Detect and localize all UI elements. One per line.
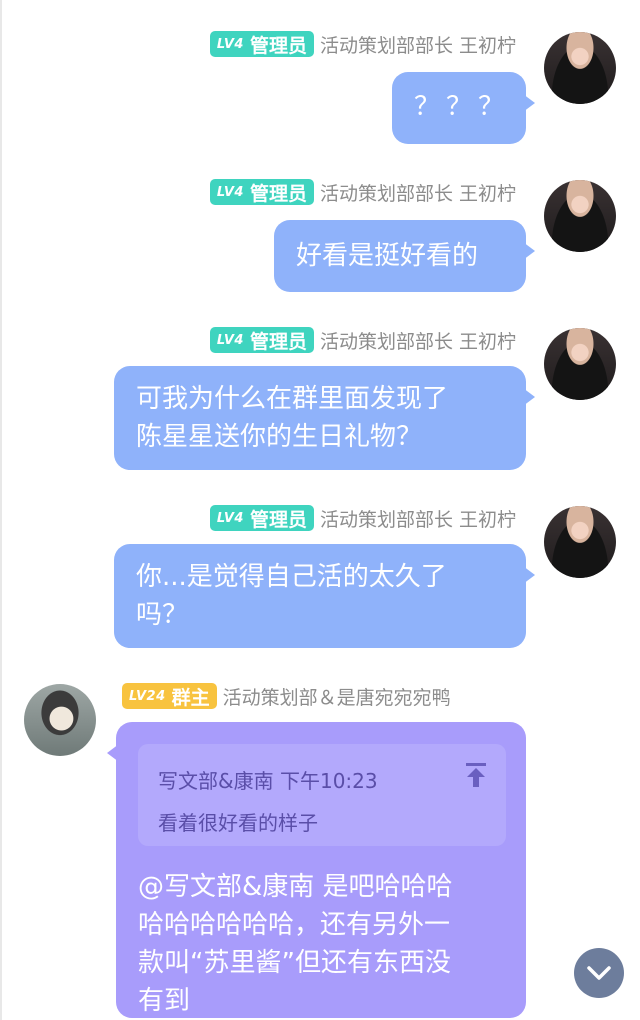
message-bubble[interactable]: 好看是挺好看的 — [274, 220, 535, 292]
chevron-down-icon — [587, 966, 611, 980]
quoted-message[interactable]: 写文部&康南 下午10:23 看着很好看的样子 — [138, 744, 506, 846]
role-label: 管理员 — [249, 330, 307, 353]
level-badge: LV4 管理员 — [209, 327, 314, 353]
message-bubble[interactable]: 可我为什么在群里面发现了 陈星星送你的生日礼物？ — [114, 366, 535, 470]
message-body: @写文部&康南 是吧哈哈哈 哈哈哈哈哈哈，还有另外一 款叫“苏里酱”但还有东西没… — [138, 868, 518, 1020]
message-bubble[interactable]: 你...是觉得自己活的太久了 吗？ — [114, 544, 535, 648]
level-badge: LV24 群主 — [122, 683, 217, 709]
quoted-author-name: 写文部&康南 — [158, 769, 274, 793]
level-label: LV4 — [216, 184, 244, 200]
message-header: LV24 群主 活动策划部＆是唐宛宛宛鸭 — [122, 682, 451, 710]
level-badge: LV4 管理员 — [209, 505, 314, 531]
message-text-line: 你...是觉得自己活的太久了 — [136, 562, 447, 592]
message-bubble[interactable]: 写文部&康南 下午10:23 看着很好看的样子 @写文部&康南 是吧哈哈哈 哈哈… — [107, 722, 526, 1020]
message-text-line: 款叫“苏里酱”但还有东西没 — [138, 948, 451, 978]
message-text-line: 哈哈哈哈哈哈，还有另外一 — [138, 910, 451, 940]
message-header: LV4 管理员 活动策划部部长 王初柠 — [209, 504, 516, 532]
message-header: LV4 管理员 活动策划部部长 王初柠 — [209, 30, 516, 58]
message-text-line: 吗？ — [136, 600, 189, 630]
role-label: 管理员 — [249, 182, 307, 205]
level-badge: LV4 管理员 — [209, 31, 314, 57]
message-header: LV4 管理员 活动策划部部长 王初柠 — [209, 178, 516, 206]
message-header: LV4 管理员 活动策划部部长 王初柠 — [209, 326, 516, 354]
message-text-line: 可我为什么在群里面发现了 — [136, 384, 449, 414]
sender-name[interactable]: 活动策划部部长 王初柠 — [320, 327, 516, 354]
level-label: LV4 — [216, 510, 244, 526]
role-label: 管理员 — [249, 34, 307, 57]
message-text-line: 有到 — [138, 986, 191, 1016]
avatar[interactable] — [544, 506, 616, 578]
avatar[interactable] — [24, 684, 96, 756]
quoted-time: 下午10:23 — [279, 769, 378, 793]
message-text: ？？？ — [414, 92, 511, 122]
chat-window: LV4 管理员 活动策划部部长 王初柠 ？？？ LV4 管理员 活动策划部部长 … — [0, 0, 640, 1020]
sender-name[interactable]: 活动策划部部长 王初柠 — [320, 31, 516, 58]
left-edge-divider — [0, 0, 2, 1020]
quoted-author: 写文部&康南 下午10:23 — [158, 762, 378, 800]
level-badge: LV4 管理员 — [209, 179, 314, 205]
level-label: LV24 — [129, 688, 166, 704]
message-bubble[interactable]: ？？？ — [392, 72, 535, 144]
scroll-to-bottom-button[interactable] — [574, 948, 624, 998]
quoted-text: 看着很好看的样子 — [158, 811, 318, 835]
arrow-up-to-line-icon[interactable] — [464, 762, 488, 788]
role-label: 管理员 — [249, 508, 307, 531]
message-text: 好看是挺好看的 — [296, 241, 479, 271]
sender-name[interactable]: 活动策划部部长 王初柠 — [320, 179, 516, 206]
level-label: LV4 — [216, 332, 244, 348]
role-label: 群主 — [171, 686, 210, 709]
sender-name[interactable]: 活动策划部部长 王初柠 — [320, 505, 516, 532]
message-text-line: @写文部&康南 是吧哈哈哈 — [138, 872, 453, 902]
avatar[interactable] — [544, 32, 616, 104]
sender-name[interactable]: 活动策划部＆是唐宛宛宛鸭 — [223, 683, 451, 710]
avatar[interactable] — [544, 180, 616, 252]
message-text-line: 陈星星送你的生日礼物？ — [136, 422, 423, 452]
level-label: LV4 — [216, 36, 244, 52]
avatar[interactable] — [544, 328, 616, 400]
